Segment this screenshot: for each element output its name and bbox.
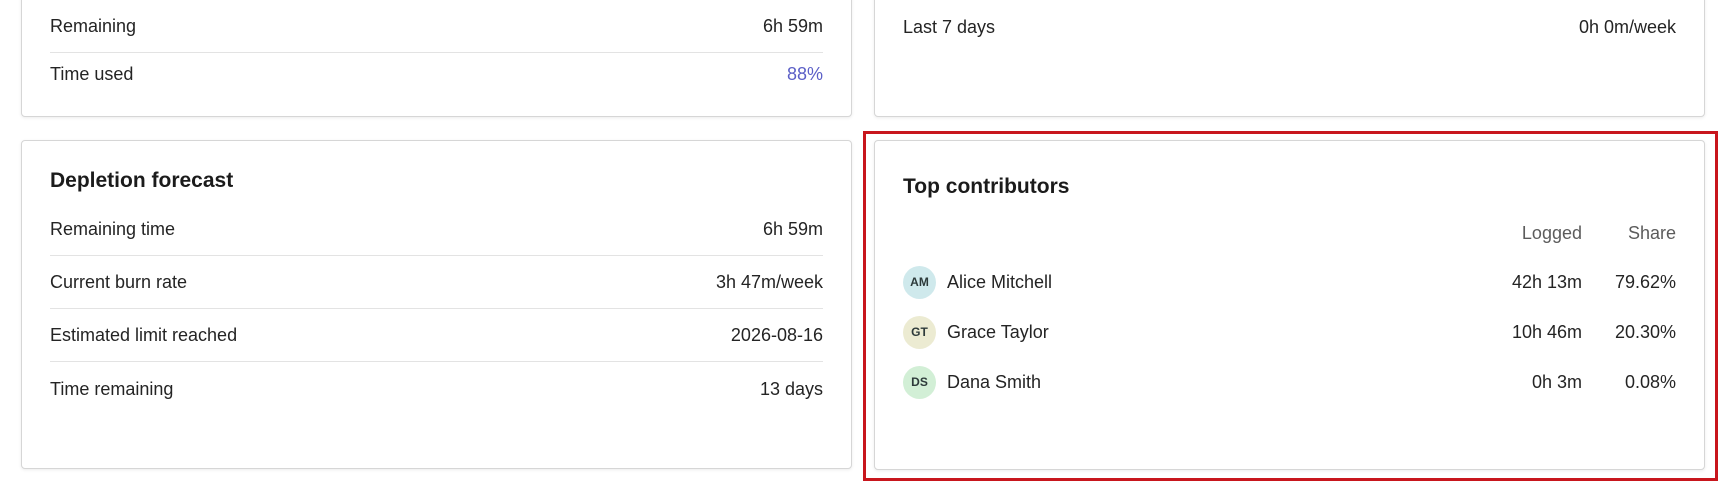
contributor-share: 0.08%	[1624, 371, 1676, 392]
remaining-value: 6h 59m	[762, 16, 823, 36]
contributors-table-header: Logged Share	[1490, 223, 1676, 244]
remaining-row: Remaining 6h 59m	[50, 1, 823, 53]
contributor-logged: 0h 3m	[1531, 371, 1582, 392]
share-column-header: Share	[1627, 223, 1676, 243]
depletion-forecast-card: Depletion forecast Remaining time 6h 59m…	[21, 140, 852, 469]
last-7-days-label: Last 7 days	[903, 16, 996, 37]
forecast-row-value: 3h 47m/week	[715, 272, 823, 292]
forecast-row-label: Time remaining	[50, 378, 174, 399]
forecast-row-label: Remaining time	[50, 219, 176, 239]
forecast-row: Remaining time 6h 59m	[50, 204, 823, 256]
contributor-row: DS Dana Smith 0h 3m 0.08%	[903, 364, 1676, 400]
last-7-days-row: Last 7 days 0h 0m/week	[903, 1, 1676, 53]
forecast-row-value: 2026-08-16	[730, 325, 823, 345]
forecast-row-value: 13 days	[759, 378, 823, 399]
last-7-days-value: 0h 0m/week	[1578, 16, 1676, 37]
remaining-label: Remaining	[50, 16, 137, 36]
page: Remaining 6h 59m Time used 88% Last 7 da…	[0, 0, 1727, 488]
time-used-row: Time used 88%	[50, 48, 823, 100]
time-used-label: Time used	[50, 63, 134, 84]
contributor-name: Grace Taylor	[947, 321, 1049, 342]
depletion-forecast-title: Depletion forecast	[50, 169, 234, 192]
avatar: DS	[903, 365, 936, 399]
contributor-name: Dana Smith	[947, 371, 1042, 392]
budget-summary-card: Remaining 6h 59m Time used 88%	[21, 0, 852, 117]
forecast-row-label: Estimated limit reached	[50, 325, 238, 345]
avatar: AM	[903, 265, 936, 299]
avatar: GT	[903, 315, 936, 349]
contributor-logged: 10h 46m	[1511, 321, 1582, 342]
top-contributors-card: Top contributors Logged Share AM Alice M…	[874, 140, 1705, 470]
forecast-row: Estimated limit reached 2026-08-16	[50, 310, 823, 362]
forecast-row: Time remaining 13 days	[50, 363, 823, 415]
logged-column-header: Logged	[1521, 223, 1582, 243]
contributor-share: 79.62%	[1614, 271, 1676, 292]
contributor-row: GT Grace Taylor 10h 46m 20.30%	[903, 314, 1676, 350]
forecast-row: Current burn rate 3h 47m/week	[50, 257, 823, 309]
contributor-share: 20.30%	[1614, 321, 1676, 342]
top-contributors-title: Top contributors	[903, 175, 1070, 198]
contributor-logged: 42h 13m	[1511, 271, 1582, 292]
contributor-row: AM Alice Mitchell 42h 13m 79.62%	[903, 264, 1676, 300]
forecast-row-label: Current burn rate	[50, 272, 188, 292]
time-used-value: 88%	[786, 63, 823, 84]
activity-summary-card: Last 7 days 0h 0m/week	[874, 0, 1705, 117]
forecast-row-value: 6h 59m	[762, 219, 823, 239]
contributor-name: Alice Mitchell	[947, 271, 1053, 292]
